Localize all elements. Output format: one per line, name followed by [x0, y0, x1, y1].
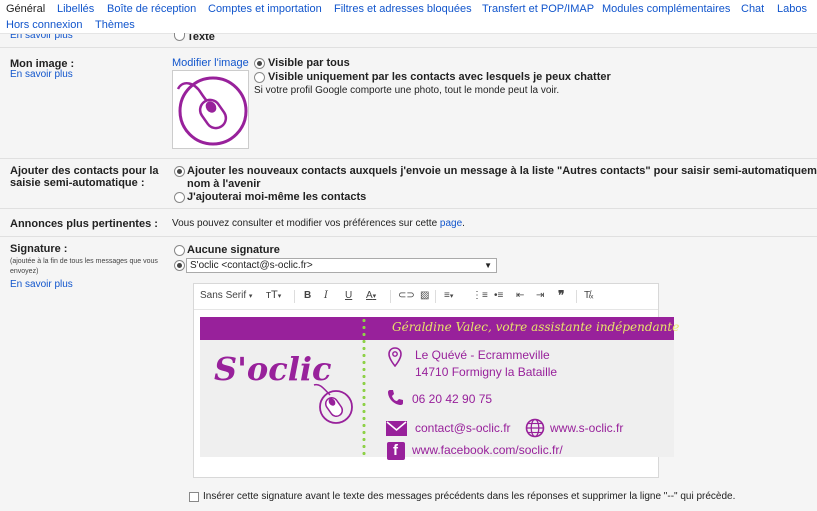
toolbar-divider: [576, 290, 577, 303]
font-select-value: Sans Serif: [200, 290, 247, 301]
profile-image[interactable]: [172, 70, 249, 149]
bulleted-list-icon[interactable]: •≡: [494, 290, 503, 301]
font-size-icon[interactable]: тТ▾: [266, 289, 281, 301]
signature-account-select[interactable]: S'oclic <contact@s-oclic.fr> ▼: [186, 258, 497, 273]
location-pin-icon: [388, 347, 402, 367]
ads-page-link[interactable]: page: [440, 218, 462, 229]
text-radio-partial[interactable]: [174, 33, 185, 41]
contacts-label-line2: saisie semi-automatique :: [10, 177, 145, 189]
no-signature-radio[interactable]: [174, 245, 185, 256]
facebook-url: www.facebook.com/soclic.fr/: [412, 443, 563, 457]
toolbar-divider: [390, 290, 391, 303]
insert-signature-label: Insérer cette signature avant le texte d…: [203, 491, 736, 502]
tab-labels[interactable]: Libellés: [57, 3, 94, 15]
signature-learn-more-link[interactable]: En savoir plus: [10, 279, 73, 290]
manual-add-contacts-label: J'ajouterai moi-même les contacts: [187, 191, 367, 203]
mouse-logo-icon: [176, 76, 248, 146]
auto-add-contacts-label: Ajouter les nouveaux contacts auxquels j…: [187, 165, 817, 177]
toolbar-divider: [435, 290, 436, 303]
tab-inbox[interactable]: Boîte de réception: [107, 3, 196, 15]
visibility-contacts-radio[interactable]: [254, 72, 265, 83]
numbered-list-icon[interactable]: ⋮≡: [472, 290, 488, 301]
ads-label: Annonces plus pertinentes :: [10, 218, 158, 230]
insert-signature-checkbox[interactable]: [189, 492, 199, 502]
globe-icon: [525, 418, 545, 438]
signature-name: Géraldine Valec, votre assistante indépe…: [392, 320, 680, 334]
tab-chat[interactable]: Chat: [741, 3, 764, 15]
auto-add-contacts-label-line2: nom à l'avenir: [187, 178, 261, 190]
tab-labs[interactable]: Labos: [777, 3, 807, 15]
dotted-divider: [362, 317, 366, 457]
no-signature-label: Aucune signature: [187, 244, 280, 256]
email-icon: [386, 421, 407, 436]
row-divider: [0, 47, 817, 48]
learn-more-link[interactable]: En savoir plus: [10, 69, 73, 80]
signature-hint-line1: (ajoutée à la fin de tous les messages q…: [10, 258, 158, 265]
website: www.s-oclic.fr: [550, 421, 624, 435]
image-note: Si votre profil Google comporte une phot…: [254, 85, 560, 96]
align-icon[interactable]: ≡▾: [444, 290, 453, 301]
remove-formatting-icon[interactable]: T̸ₓ: [584, 290, 593, 301]
email-address: contact@s-oclic.fr: [415, 421, 511, 435]
row-divider: [0, 208, 817, 209]
signature-hint-line2: envoyez): [10, 268, 39, 275]
modify-image-link[interactable]: Modifier l'image: [172, 57, 249, 69]
facebook-icon: f: [387, 442, 405, 460]
signature-account-value: S'oclic <contact@s-oclic.fr>: [190, 260, 313, 271]
tab-offline[interactable]: Hors connexion: [6, 19, 82, 31]
contacts-label-line1: Ajouter des contacts pour la: [10, 165, 159, 177]
signature-card: Géraldine Valec, votre assistante indépe…: [200, 317, 679, 460]
font-select[interactable]: Sans Serif ▾: [200, 290, 252, 301]
ads-text-line: Vous pouvez consulter et modifier vos pr…: [172, 218, 465, 229]
chevron-down-icon: ▾: [248, 293, 253, 300]
tab-forwarding[interactable]: Transfert et POP/IMAP: [482, 3, 594, 15]
phone-number: 06 20 42 90 75: [412, 392, 493, 406]
link-icon[interactable]: ⊂⊃: [398, 290, 415, 301]
text-color-icon[interactable]: A▾: [366, 290, 376, 301]
underline-icon[interactable]: U: [345, 290, 352, 301]
row-divider: [0, 158, 817, 159]
mouse-icon: [313, 383, 353, 424]
visibility-all-radio[interactable]: [254, 58, 265, 69]
toolbar-divider: [294, 290, 295, 303]
signature-radio[interactable]: [174, 260, 185, 271]
ads-period: .: [462, 218, 465, 229]
text-option-partial: Texte: [187, 34, 215, 42]
signature-name-band: Géraldine Valec, votre assistante indépe…: [200, 317, 679, 340]
tab-filters[interactable]: Filtres et adresses bloquées: [334, 3, 472, 15]
row-divider: [0, 236, 817, 237]
indent-more-icon[interactable]: ⇥: [536, 290, 544, 301]
tab-accounts[interactable]: Comptes et importation: [208, 3, 322, 15]
visibility-contacts-label: Visible uniquement par les contacts avec…: [268, 71, 611, 83]
settings-tabs: Général Libellés Boîte de réception Comp…: [0, 0, 817, 34]
indent-less-icon[interactable]: ⇤: [516, 290, 524, 301]
signature-editor[interactable]: Sans Serif ▾ тТ▾ B I U A▾ ⊂⊃ ▨ ≡▾ ⋮≡ •≡ …: [193, 283, 679, 478]
bold-icon[interactable]: B: [304, 290, 311, 301]
visibility-all-label: Visible par tous: [268, 57, 350, 69]
tab-themes[interactable]: Thèmes: [95, 19, 135, 31]
auto-add-contacts-radio[interactable]: [174, 166, 185, 177]
ads-text: Vous pouvez consulter et modifier vos pr…: [172, 218, 438, 229]
signature-label: Signature :: [10, 243, 68, 255]
image-icon[interactable]: ▨: [420, 290, 429, 301]
chevron-down-icon: ▼: [484, 261, 492, 270]
italic-icon[interactable]: I: [324, 290, 328, 301]
tab-general[interactable]: Général: [6, 3, 45, 15]
tab-addons[interactable]: Modules complémentaires: [602, 3, 730, 15]
phone-icon: [388, 390, 403, 405]
address-line1: Le Quévé - Ecrammeville: [415, 348, 550, 362]
manual-add-contacts-radio[interactable]: [174, 192, 185, 203]
quote-icon[interactable]: ❞: [558, 288, 564, 302]
learn-more-link-partial[interactable]: En savoir plus: [10, 34, 73, 40]
address-line2: 14710 Formigny la Bataille: [415, 365, 558, 379]
editor-toolbar: Sans Serif ▾ тТ▾ B I U A▾ ⊂⊃ ▨ ≡▾ ⋮≡ •≡ …: [194, 284, 658, 310]
